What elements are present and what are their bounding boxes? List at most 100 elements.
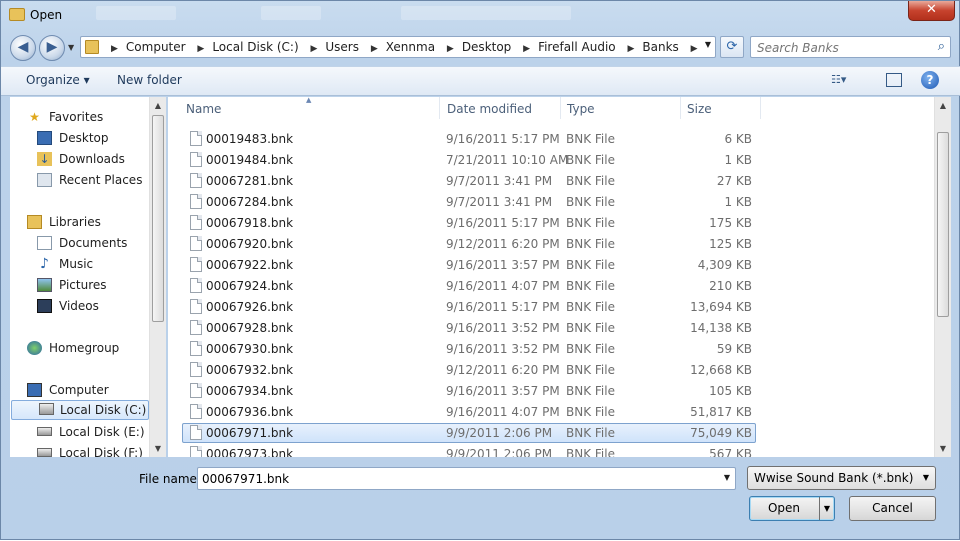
back-button[interactable]: ◀ (10, 35, 36, 61)
column-date-modified[interactable]: Date modified (441, 97, 561, 119)
table-row[interactable]: 00067918.bnk 9/16/2011 5:17 PM BNK File 175… (182, 213, 756, 233)
preview-pane-icon[interactable] (886, 73, 902, 87)
column-size[interactable]: Size (681, 97, 761, 119)
file-icon (190, 299, 202, 314)
cancel-button[interactable]: Cancel (849, 496, 936, 521)
folder-icon (85, 40, 99, 54)
navigation-bar: ◀ ▶ ▼ ▶ Computer ▶ Local Disk (C:) ▶ Users … (1, 31, 960, 63)
file-icon (190, 446, 202, 457)
scroll-up-icon[interactable]: ▲ (150, 97, 166, 114)
table-row[interactable]: 00067928.bnk 9/16/2011 3:52 PM BNK File 14,… (182, 318, 756, 338)
downloads-icon: ↓ (37, 152, 52, 166)
view-options-icon[interactable]: ☷▾ (831, 73, 847, 87)
file-icon (190, 362, 202, 377)
scroll-down-icon[interactable]: ▼ (150, 440, 166, 457)
table-row[interactable]: 00019483.bnk 9/16/2011 5:17 PM BNK File 6 K… (182, 129, 756, 149)
help-button[interactable]: ? (921, 71, 939, 89)
breadcrumb: ▶ Computer ▶ Local Disk (C:) ▶ Users ▶ Xennm… (111, 40, 698, 54)
chevron-down-icon: ▼ (922, 473, 929, 482)
sidebar-item-homegroup[interactable]: Homegroup (24, 338, 164, 358)
drive-icon (39, 403, 54, 415)
file-type-select[interactable]: Wwise Sound Bank (*.bnk) ▼ (747, 466, 936, 490)
file-rows: Extracted 00019483.bnk9/16/2011 5:17 PMB… (168, 119, 934, 457)
scroll-thumb[interactable] (937, 132, 949, 317)
documents-icon (37, 236, 52, 250)
file-name-combobox[interactable]: ▼ (197, 467, 736, 490)
organize-button[interactable]: Organize ▾ (26, 73, 90, 87)
background-window-ghost (401, 6, 571, 20)
recent-places-icon (37, 173, 52, 187)
column-type[interactable]: Type (561, 97, 681, 119)
file-icon (190, 152, 202, 167)
table-row[interactable]: 00067284.bnk 9/7/2011 3:41 PM BNK File 1 KB (182, 192, 756, 212)
open-button[interactable]: Open ▼ (749, 496, 835, 521)
videos-icon (37, 299, 52, 313)
file-list-scrollbar[interactable]: ▲ ▼ (934, 97, 951, 457)
sidebar-item-computer[interactable]: Computer (24, 380, 164, 400)
table-row[interactable]: 00019484.bnk 7/21/2011 10:10 AM BNK File 1 … (182, 150, 756, 170)
breadcrumb-item[interactable]: Banks (642, 40, 678, 54)
table-row[interactable]: 00067973.bnk 9/9/2011 2:06 PM BNK File 567 … (182, 444, 756, 457)
breadcrumb-item[interactable]: Computer (126, 40, 186, 54)
sidebar-item-favorites[interactable]: ★ Favorites (24, 107, 164, 127)
file-icon (190, 236, 202, 251)
file-name-input[interactable] (202, 469, 702, 488)
refresh-button[interactable]: ⟳ (720, 36, 744, 58)
scroll-down-icon[interactable]: ▼ (935, 440, 951, 457)
table-row[interactable]: 00067936.bnk 9/16/2011 4:07 PM BNK File 51,… (182, 402, 756, 422)
recent-pages-dropdown[interactable]: ▼ (68, 43, 74, 52)
column-name[interactable]: Name (180, 97, 440, 119)
scroll-up-icon[interactable]: ▲ (935, 97, 951, 114)
new-folder-button[interactable]: New folder (117, 73, 182, 87)
breadcrumb-item[interactable]: Xennma (386, 40, 435, 54)
search-icon[interactable]: ⌕ (938, 39, 945, 54)
table-row[interactable]: 00067934.bnk 9/16/2011 3:57 PM BNK File 105… (182, 381, 756, 401)
homegroup-icon (27, 341, 42, 355)
pictures-icon (37, 278, 52, 292)
file-list: ▲ Name Date modified Type Size Extracted… (168, 96, 951, 457)
forward-button[interactable]: ▶ (39, 35, 65, 61)
libraries-icon (27, 215, 42, 229)
open-options-dropdown[interactable]: ▼ (819, 497, 834, 520)
file-type-value: Wwise Sound Bank (*.bnk) (754, 471, 914, 485)
window-title: Open (30, 8, 63, 22)
navigation-pane: ★ Favorites Desktop ↓ Downloads Recent P… (10, 97, 166, 457)
music-icon: ♪ (40, 256, 49, 272)
search-input[interactable] (757, 38, 927, 57)
file-icon (190, 215, 202, 230)
sidebar-scrollbar[interactable]: ▲ ▼ (149, 97, 166, 457)
table-row-partial[interactable]: Extracted (182, 119, 756, 121)
sidebar-item-libraries[interactable]: Libraries (24, 212, 164, 232)
sidebar-item-local-disk-c[interactable]: Local Disk (C:) (11, 400, 149, 420)
breadcrumb-item[interactable]: Desktop (462, 40, 512, 54)
table-row-selected[interactable]: 00067971.bnk 9/9/2011 2:06 PM BNK File 75,0… (182, 423, 756, 443)
file-icon (190, 320, 202, 335)
table-row[interactable]: 00067926.bnk 9/16/2011 5:17 PM BNK File 13,… (182, 297, 756, 317)
search-box[interactable]: ⌕ (750, 36, 951, 58)
table-row[interactable]: 00067932.bnk 9/12/2011 6:20 PM BNK File 12,… (182, 360, 756, 380)
chevron-down-icon[interactable]: ▼ (724, 473, 730, 482)
background-window-ghost (96, 6, 176, 20)
file-icon (190, 425, 202, 440)
drive-icon (37, 448, 52, 457)
table-row[interactable]: 00067281.bnk 9/7/2011 3:41 PM BNK File 27 K… (182, 171, 756, 191)
address-bar[interactable]: ▶ Computer ▶ Local Disk (C:) ▶ Users ▶ Xennm… (80, 36, 716, 58)
breadcrumb-item[interactable]: Local Disk (C:) (212, 40, 298, 54)
file-icon (190, 404, 202, 419)
command-bar: Organize ▾ New folder ☷▾ ? (1, 66, 960, 96)
table-row[interactable]: 00067924.bnk 9/16/2011 4:07 PM BNK File 210… (182, 276, 756, 296)
file-icon (190, 194, 202, 209)
breadcrumb-item[interactable]: Users (325, 40, 359, 54)
scroll-thumb[interactable] (152, 115, 164, 322)
table-row[interactable]: 00067922.bnk 9/16/2011 3:57 PM BNK File 4,3… (182, 255, 756, 275)
breadcrumb-item[interactable]: Firefall Audio (538, 40, 616, 54)
address-dropdown[interactable]: ▼ (705, 40, 711, 49)
open-dialog: Open ✕ ◀ ▶ ▼ ▶ Computer ▶ Local Disk (C:) … (0, 0, 960, 540)
table-row[interactable]: 00067930.bnk 9/16/2011 3:52 PM BNK File 59 … (182, 339, 756, 359)
file-icon (190, 257, 202, 272)
desktop-icon (37, 131, 52, 145)
close-button[interactable]: ✕ (908, 1, 955, 21)
dialog-footer: File name: ▼ Wwise Sound Bank (*.bnk) ▼ … (1, 458, 960, 541)
table-row[interactable]: 00067920.bnk 9/12/2011 6:20 PM BNK File 125… (182, 234, 756, 254)
title-bar: Open ✕ (1, 1, 960, 31)
